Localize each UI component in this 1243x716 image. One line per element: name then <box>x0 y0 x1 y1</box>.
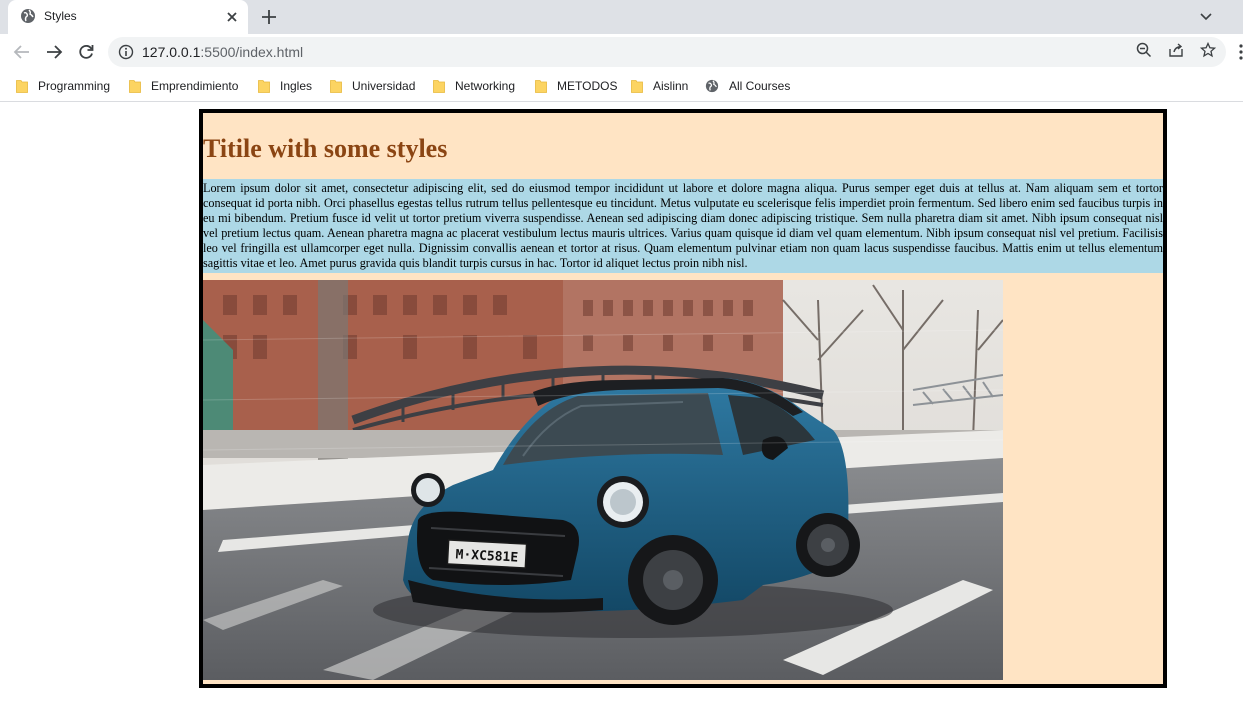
bookmark-universidad[interactable]: Universidad <box>330 77 415 95</box>
bookmark-label: Emprendimiento <box>151 79 239 93</box>
bookmark-label: All Courses <box>729 79 791 93</box>
reload-icon[interactable] <box>76 42 96 62</box>
url-path: :5500/index.html <box>200 44 304 60</box>
bookmark-label: Aislinn <box>653 79 689 93</box>
tab-styles[interactable]: Styles <box>8 0 248 34</box>
bookmark-label: Ingles <box>280 79 313 93</box>
tab-title: Styles <box>44 9 77 23</box>
chevron-down-icon[interactable] <box>1198 8 1214 24</box>
bookmark-label: Programming <box>38 79 111 93</box>
bookmark-label: Universidad <box>352 79 416 93</box>
zoom-out-icon[interactable] <box>1136 42 1152 58</box>
new-tab-icon[interactable] <box>260 8 278 26</box>
bookmark-ingles[interactable]: Ingles <box>258 77 312 95</box>
bookmark-aislinn[interactable]: Aislinn <box>631 77 688 95</box>
close-icon[interactable] <box>224 9 240 25</box>
folder-icon <box>433 80 445 93</box>
folder-icon <box>16 80 28 93</box>
folder-icon <box>631 80 643 93</box>
folder-icon <box>535 80 547 93</box>
menu-icon[interactable] <box>1236 42 1243 62</box>
bookmark-metodos[interactable]: METODOS <box>535 77 617 95</box>
bookmark-label: Networking <box>455 79 516 93</box>
url-text[interactable]: 127.0.0.1:5500/index.html <box>142 44 303 60</box>
bookmark-all-courses[interactable]: All Courses <box>705 77 790 95</box>
globe-icon <box>21 9 35 23</box>
forward-arrow-icon[interactable] <box>44 42 64 62</box>
content-container: Titile with some styles Lorem ipsum dolo… <box>199 109 1167 688</box>
folder-icon <box>129 80 141 93</box>
globe-icon <box>705 79 719 93</box>
folder-icon <box>258 80 270 93</box>
bookmarks-bar: Programming Emprendimiento Ingles Univer… <box>0 70 1243 102</box>
car-photo: M·XC581E <box>203 280 1003 680</box>
back-arrow-icon[interactable] <box>12 42 32 62</box>
url-host: 127.0.0.1 <box>142 44 201 60</box>
bookmark-programming[interactable]: Programming <box>16 77 110 95</box>
folder-icon <box>330 80 342 93</box>
toolbar: 127.0.0.1:5500/index.html <box>0 34 1243 70</box>
page-viewport: Titile with some styles Lorem ipsum dolo… <box>0 103 1243 716</box>
bookmark-label: METODOS <box>557 79 618 93</box>
star-icon[interactable] <box>1200 42 1216 58</box>
lorem-paragraph: Lorem ipsum dolor sit amet, consectetur … <box>203 179 1163 273</box>
address-bar[interactable]: 127.0.0.1:5500/index.html <box>108 37 1226 67</box>
info-icon[interactable] <box>118 44 134 60</box>
bookmark-networking[interactable]: Networking <box>433 77 515 95</box>
share-icon[interactable] <box>1168 42 1184 58</box>
tab-strip: Styles <box>0 0 1243 34</box>
page-title: Titile with some styles <box>203 134 448 163</box>
bookmark-emprendimiento[interactable]: Emprendimiento <box>129 77 238 95</box>
